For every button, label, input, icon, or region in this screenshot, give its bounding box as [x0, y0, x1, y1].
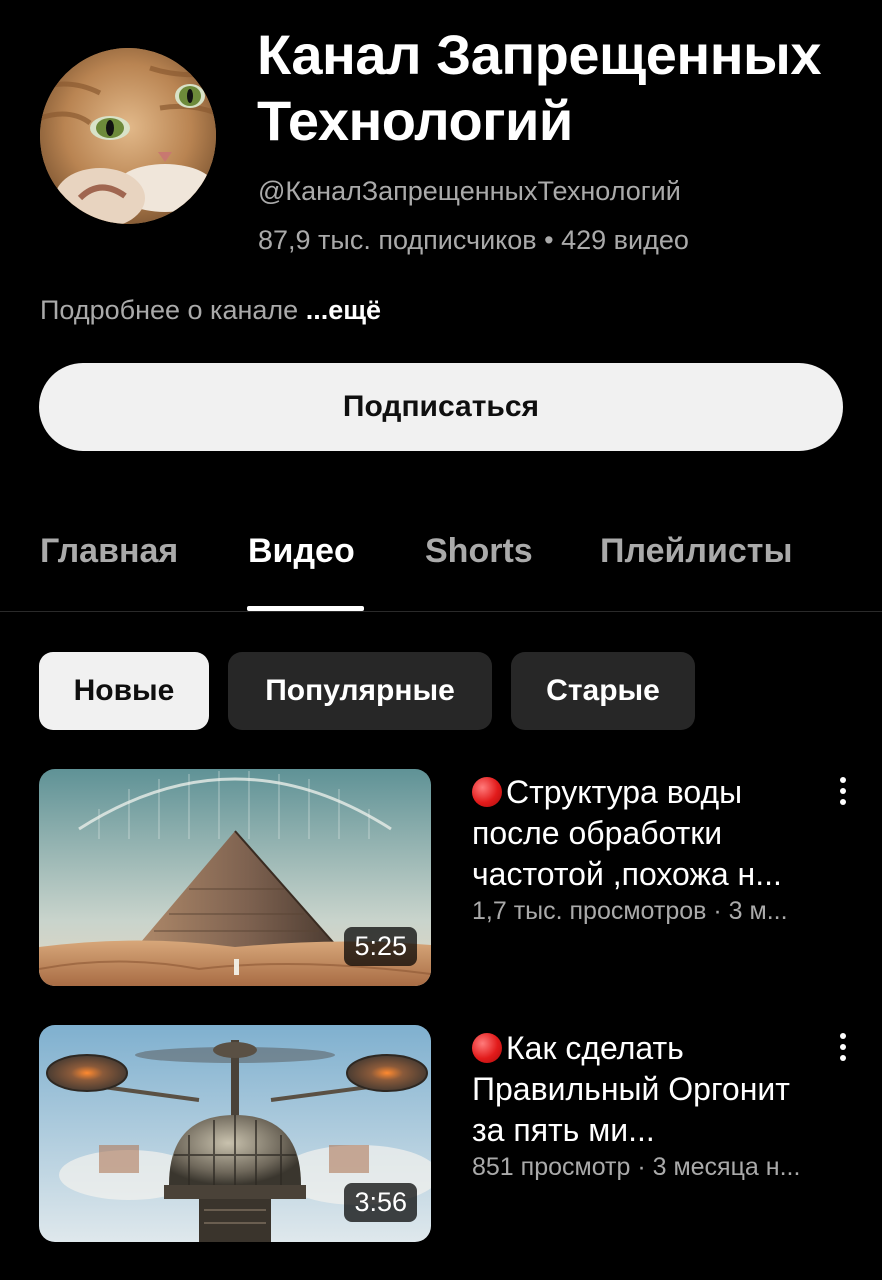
video-info[interactable]: Структура воды после обработки частотой … — [472, 772, 827, 926]
channel-avatar[interactable] — [40, 48, 216, 224]
tab-playlists[interactable]: Плейлисты — [600, 532, 793, 571]
tab-videos[interactable]: Видео — [248, 532, 355, 571]
video-title: Как сделать Правильный Оргонит за пять м… — [472, 1030, 790, 1148]
red-circle-icon — [472, 777, 502, 807]
tab-home[interactable]: Главная — [40, 532, 178, 571]
cat-avatar-image — [40, 48, 216, 224]
subscribe-button[interactable]: Подписаться — [39, 363, 843, 451]
video-duration: 3:56 — [344, 1183, 417, 1222]
tab-shorts[interactable]: Shorts — [425, 532, 533, 571]
channel-tabs: Главная Видео Shorts Плейлисты — [0, 520, 882, 612]
video-duration: 5:25 — [344, 927, 417, 966]
video-thumbnail[interactable]: 5:25 — [39, 769, 431, 986]
video-meta: 851 просмотр · 3 месяца н... — [472, 1153, 801, 1181]
video-title-row[interactable]: Структура воды после обработки частотой … — [472, 772, 827, 895]
more-link[interactable]: ...ещё — [306, 295, 381, 325]
video-meta: 1,7 тыс. просмотров · 3 м... — [472, 897, 788, 925]
video-thumbnail[interactable]: 3:56 — [39, 1025, 431, 1242]
active-tab-indicator — [247, 606, 364, 611]
chip-newest[interactable]: Новые — [39, 652, 209, 730]
channel-description-text: Подробнее о канале — [40, 295, 299, 325]
channel-description[interactable]: Подробнее о канале ...ещё — [40, 295, 381, 326]
video-info[interactable]: Как сделать Правильный Оргонит за пять м… — [472, 1028, 827, 1182]
channel-stats: 87,9 тыс. подписчиков • 429 видео — [258, 225, 689, 255]
video-title-row[interactable]: Как сделать Правильный Оргонит за пять м… — [472, 1028, 827, 1151]
chip-popular[interactable]: Популярные — [228, 652, 492, 730]
chip-oldest[interactable]: Старые — [511, 652, 695, 730]
more-options-icon[interactable] — [828, 1025, 858, 1069]
channel-title: Канал Запрещенных Технологий — [257, 23, 822, 152]
channel-handle: @КаналЗапрещенныхТехнологий — [258, 176, 681, 206]
video-title: Структура воды после обработки частотой … — [472, 774, 782, 892]
more-options-icon[interactable] — [828, 769, 858, 813]
red-circle-icon — [472, 1033, 502, 1063]
